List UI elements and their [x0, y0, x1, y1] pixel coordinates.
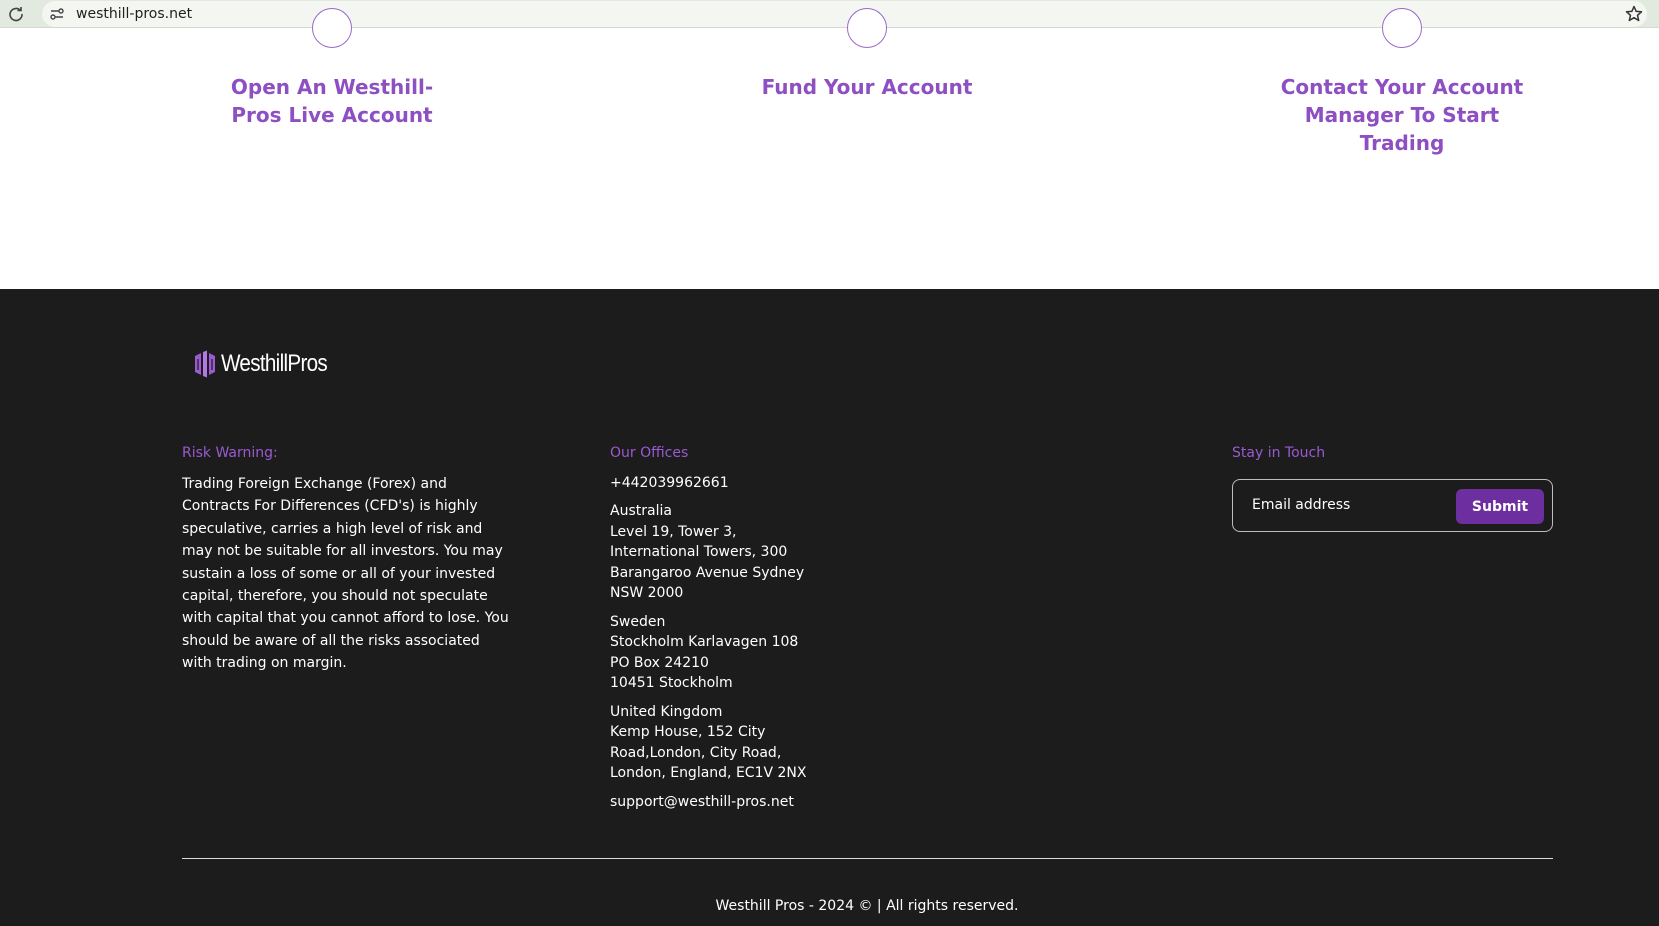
office-sweden: Sweden Stockholm Karlavagen 108 PO Box 2…: [610, 612, 840, 694]
offices-heading: Our Offices: [610, 445, 689, 461]
newsletter-heading: Stay in Touch: [1232, 445, 1326, 461]
footer-divider: [182, 858, 1553, 859]
logo-mark-icon: [195, 350, 215, 378]
submit-button[interactable]: Submit: [1456, 489, 1544, 524]
office-country: United Kingdom: [610, 703, 723, 720]
step-circle-icon: [312, 8, 352, 48]
site-info-icon[interactable]: [48, 5, 66, 23]
office-address-line: 10451 Stockholm: [610, 675, 733, 691]
office-address-line: Stockholm Karlavagen 108: [610, 634, 799, 650]
newsletter-form: Submit: [1232, 479, 1553, 532]
office-country: Australia: [610, 503, 672, 519]
reload-icon[interactable]: [6, 4, 26, 24]
office-country: Sweden: [610, 613, 666, 630]
office-address-line: Kemp House, 152 City: [610, 724, 766, 740]
url-text[interactable]: westhill-pros.net: [76, 0, 192, 28]
office-address-line: International Towers, 300: [610, 544, 788, 560]
support-email-link[interactable]: support@westhill-pros.net: [610, 792, 840, 812]
bookmark-star-icon[interactable]: [1624, 4, 1644, 24]
logo-text: WesthillPros: [221, 350, 328, 377]
office-address-line: PO Box 24210: [610, 654, 709, 671]
email-input[interactable]: [1243, 487, 1443, 523]
steps-section: Open An Westhill-Pros Live Account Fund …: [0, 8, 1659, 289]
offices-list: +442039962661 Australia Level 19, Tower …: [610, 473, 840, 812]
step-title: Open An Westhill-Pros Live Account: [230, 75, 434, 127]
office-address-line: NSW 2000: [610, 585, 684, 601]
risk-warning-text: Trading Foreign Exchange (Forex) and Con…: [182, 476, 509, 672]
step-circle-icon: [1382, 8, 1422, 48]
office-address-line: Barangaroo Avenue Sydney: [610, 564, 805, 581]
footer-logo[interactable]: WesthillPros: [192, 349, 344, 379]
office-address-line: Level 19, Tower 3,: [610, 523, 737, 540]
office-address-line: London, England, EC1V 2NX: [610, 765, 807, 781]
office-united-kingdom: United Kingdom Kemp House, 152 City Road…: [610, 702, 840, 784]
office-australia: Australia Level 19, Tower 3, Internation…: [610, 501, 840, 604]
step-circle-icon: [847, 8, 887, 48]
phone-link[interactable]: +442039962661: [610, 473, 840, 493]
site-footer: WesthillPros Risk Warning: Trading Forei…: [0, 289, 1659, 926]
step-title: Fund Your Account: [761, 75, 973, 99]
risk-warning-heading: Risk Warning:: [182, 445, 278, 461]
copyright-text: Westhill Pros - 2024 © | All rights rese…: [715, 898, 1019, 914]
office-address-line: Road,London, City Road,: [610, 744, 782, 761]
step-title: Contact Your Account Manager To Start Tr…: [1280, 75, 1524, 155]
